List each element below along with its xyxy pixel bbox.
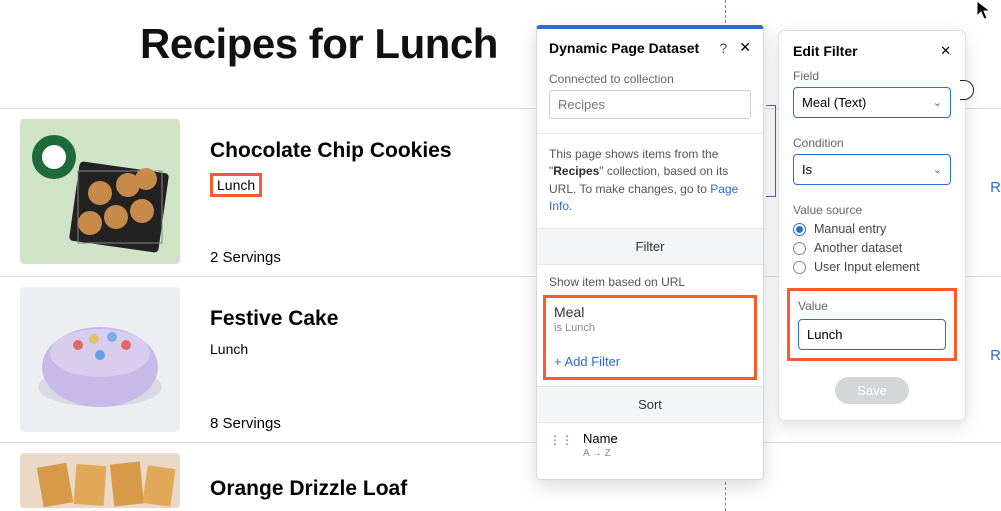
filter-area-highlight: Meal is Lunch + Add Filter xyxy=(543,295,757,380)
recipe-meal-badge: Lunch xyxy=(210,173,262,197)
recipe-meal: Lunch xyxy=(210,341,248,357)
radio-icon xyxy=(793,261,806,274)
drag-handle-icon[interactable]: ⋮⋮ xyxy=(549,433,583,459)
radio-manual-entry[interactable]: Manual entry xyxy=(793,222,951,236)
recipe-thumbnail xyxy=(20,287,180,432)
close-icon[interactable]: ✕ xyxy=(940,43,951,59)
field-label: Field xyxy=(793,69,951,83)
list-item: Orange Drizzle Loaf xyxy=(0,442,1001,497)
selection-rect xyxy=(766,105,776,197)
sort-field[interactable]: Name xyxy=(583,425,618,448)
close-icon[interactable]: ✕ xyxy=(739,39,751,56)
sort-direction: A → Z xyxy=(583,448,618,459)
panel-title: Edit Filter xyxy=(793,43,940,59)
recipe-thumbnail xyxy=(20,119,180,264)
value-source-label: Value source xyxy=(793,203,951,217)
sort-section-header: Sort xyxy=(537,386,763,423)
condition-select[interactable]: Is ⌄ xyxy=(793,154,951,185)
add-filter-link[interactable]: + Add Filter xyxy=(554,354,620,369)
field-select[interactable]: Meal (Text) ⌄ xyxy=(793,87,951,118)
guide-line xyxy=(725,0,726,28)
radio-user-input[interactable]: User Input element xyxy=(793,260,951,274)
filter-row[interactable]: Meal xyxy=(554,304,746,320)
value-highlight: Value xyxy=(787,288,957,361)
radio-icon xyxy=(793,242,806,255)
read-more-link[interactable]: R xyxy=(990,179,1001,266)
recipe-thumbnail xyxy=(20,453,180,508)
read-more-link[interactable]: R xyxy=(990,347,1001,432)
cursor-icon xyxy=(976,0,994,22)
value-label: Value xyxy=(798,299,946,313)
chevron-down-icon: ⌄ xyxy=(933,96,942,109)
edit-filter-panel: Edit Filter ✕ Field Meal (Text) ⌄ Condit… xyxy=(778,30,966,421)
radio-another-dataset[interactable]: Another dataset xyxy=(793,241,951,255)
save-button[interactable]: Save xyxy=(835,377,909,404)
condition-label: Condition xyxy=(793,136,951,150)
value-input[interactable] xyxy=(798,319,946,350)
panel-description: This page shows items from the "Recipes"… xyxy=(549,144,751,218)
show-item-label: Show item based on URL xyxy=(549,265,751,295)
filter-section-header: Filter xyxy=(537,228,763,265)
filter-condition-text: is Lunch xyxy=(554,322,746,334)
radio-icon xyxy=(793,223,806,236)
connected-label: Connected to collection xyxy=(549,72,751,86)
recipe-title: Orange Drizzle Loaf xyxy=(210,477,1001,501)
dataset-panel: Dynamic Page Dataset ? ✕ Connected to co… xyxy=(536,25,764,480)
panel-title: Dynamic Page Dataset xyxy=(549,40,719,56)
help-icon[interactable]: ? xyxy=(719,40,727,56)
chevron-down-icon: ⌄ xyxy=(933,163,942,176)
collection-input[interactable] xyxy=(549,90,751,119)
